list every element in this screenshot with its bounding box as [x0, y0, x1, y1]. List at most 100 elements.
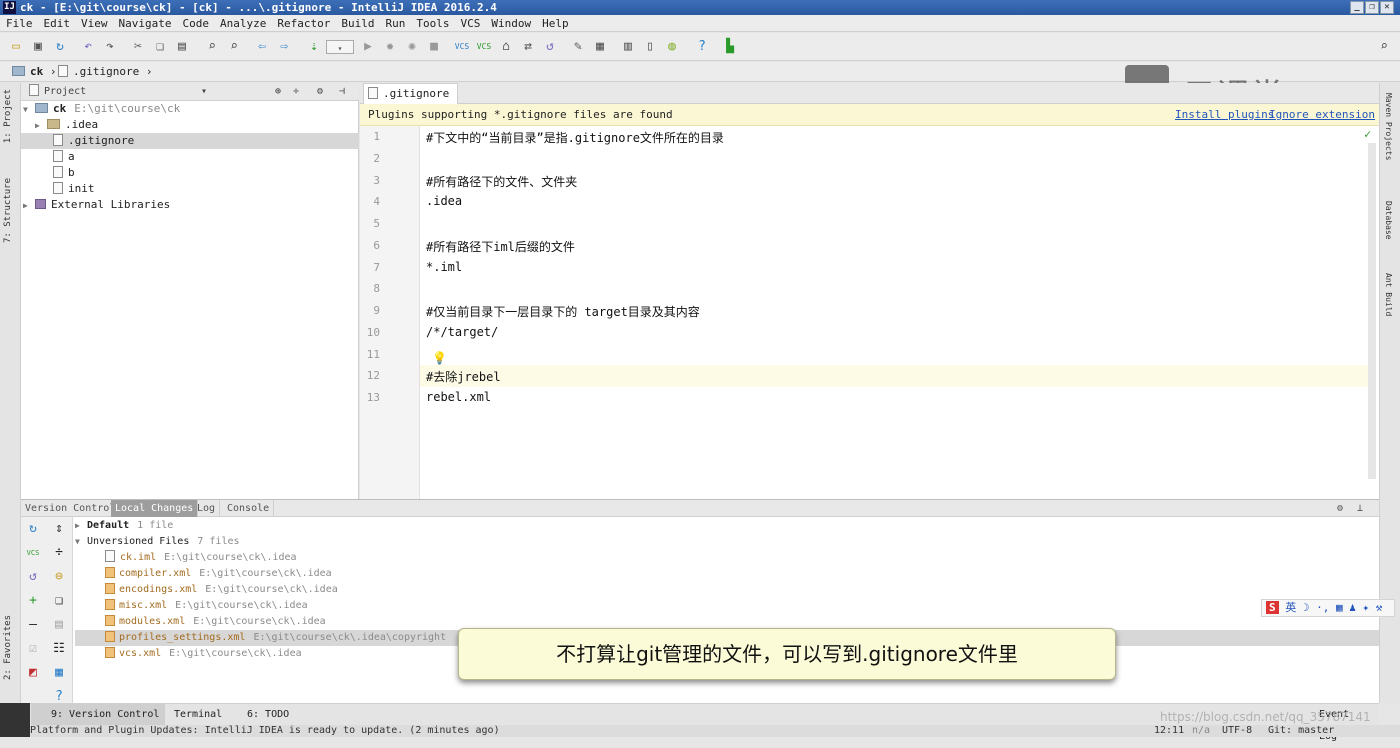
- help-icon[interactable]: ?: [694, 39, 710, 55]
- tab-terminal[interactable]: Terminal: [154, 704, 228, 726]
- gear-icon[interactable]: ⚙: [1337, 500, 1343, 517]
- refresh-icon[interactable]: ↻: [25, 521, 41, 537]
- run-config-dropdown[interactable]: ▾: [326, 40, 354, 54]
- changelist-icon[interactable]: ◩: [25, 665, 41, 681]
- changelist-unversioned[interactable]: ▼ Unversioned Files 7 files: [75, 534, 1379, 550]
- tree-item-init[interactable]: init: [21, 181, 359, 197]
- preview-icon[interactable]: ▦: [51, 665, 67, 681]
- coverage-icon[interactable]: ✺: [404, 39, 420, 55]
- sdk-icon[interactable]: ▥: [620, 39, 636, 55]
- group-icon[interactable]: ⊜: [51, 569, 67, 585]
- caret-position[interactable]: 12:11: [1154, 725, 1184, 737]
- maven-tool-tab[interactable]: Maven Projects: [1384, 93, 1393, 160]
- tab-gitignore[interactable]: .gitignore ×: [363, 83, 458, 120]
- tree-item-a[interactable]: a: [21, 149, 359, 165]
- project-tool-tab[interactable]: 1: Project: [3, 89, 13, 143]
- android-icon[interactable]: ◍: [664, 39, 680, 55]
- collapse-arrow-icon[interactable]: ▶: [23, 198, 35, 214]
- status-message[interactable]: Platform and Plugin Updates: IntelliJ ID…: [30, 725, 500, 736]
- debug-icon[interactable]: ✹: [382, 39, 398, 55]
- tab-console[interactable]: Console: [223, 500, 275, 517]
- menu-navigate[interactable]: Navigate: [113, 17, 177, 30]
- git-branch[interactable]: Git: master: [1268, 725, 1334, 737]
- make-icon[interactable]: ⇣: [306, 39, 322, 55]
- hide-panel-icon[interactable]: ⊣: [339, 83, 345, 101]
- breadcrumb-file[interactable]: .gitignore ›: [54, 62, 152, 82]
- scroll-from-source-icon[interactable]: ⊕: [275, 83, 281, 101]
- collapse-all-icon[interactable]: ÷: [293, 83, 299, 101]
- restore-icon[interactable]: ❐: [1365, 1, 1379, 14]
- close-icon[interactable]: ✕: [1380, 1, 1394, 14]
- expand-arrow-icon[interactable]: ▼: [23, 102, 35, 118]
- changed-file-row[interactable]: ck.iml E:\git\course\ck\.idea: [75, 550, 1379, 566]
- vcs-commit-icon[interactable]: VCS: [476, 39, 492, 55]
- tab-log[interactable]: Log: [193, 500, 221, 517]
- redo-icon[interactable]: ↷: [102, 39, 118, 55]
- replace-icon[interactable]: ⌕: [226, 39, 242, 55]
- menu-edit[interactable]: Edit: [38, 17, 76, 30]
- expand-arrow-icon[interactable]: ▼: [75, 534, 87, 550]
- search-everywhere-icon[interactable]: ⌕: [1376, 39, 1392, 55]
- open-icon[interactable]: ▭: [8, 39, 24, 55]
- diff-icon[interactable]: ☷: [51, 641, 67, 657]
- ime-options-icon[interactable]: ☽ ·, ▦ ♟ ✦ ⚒: [1303, 601, 1382, 614]
- breadcrumb-module[interactable]: ck ›: [8, 62, 57, 82]
- gear-icon[interactable]: ⚙: [317, 83, 323, 101]
- changed-file-row[interactable]: encodings.xml E:\git\course\ck\.idea: [75, 582, 1379, 598]
- menu-code[interactable]: Code: [176, 17, 214, 30]
- menu-refactor[interactable]: Refactor: [271, 17, 335, 30]
- lightbulb-icon[interactable]: 💡: [432, 351, 447, 365]
- tab-todo[interactable]: 6: TODO: [227, 704, 295, 726]
- project-structure-icon[interactable]: ▦: [592, 39, 608, 55]
- menu-window[interactable]: Window: [485, 17, 536, 30]
- changed-file-row[interactable]: compiler.xml E:\git\course\ck\.idea: [75, 566, 1379, 582]
- collapse-arrow-icon[interactable]: ▶: [75, 518, 87, 534]
- ignore-extension-link[interactable]: Ignore extension: [1269, 104, 1375, 126]
- paste-icon[interactable]: ▤: [174, 39, 190, 55]
- changelist-default[interactable]: ▶ Default 1 file: [75, 518, 1379, 534]
- tree-item-gitignore[interactable]: .gitignore: [21, 133, 359, 149]
- line-separator[interactable]: n/a: [1192, 725, 1210, 737]
- copy-icon[interactable]: ❏: [152, 39, 168, 55]
- install-plugins-link[interactable]: Install plugins: [1175, 104, 1274, 126]
- video-play-icon[interactable]: [0, 703, 30, 737]
- menu-analyze[interactable]: Analyze: [214, 17, 271, 30]
- back-icon[interactable]: ⇦: [254, 39, 270, 55]
- tree-item-external-libraries[interactable]: ▶ External Libraries: [21, 197, 359, 213]
- collapse-arrow-icon[interactable]: ▶: [35, 118, 47, 134]
- shelf-icon[interactable]: ▤: [51, 617, 67, 633]
- structure-tool-tab[interactable]: 7: Structure: [3, 178, 13, 243]
- menu-vcs[interactable]: VCS: [454, 17, 485, 30]
- cut-icon[interactable]: ✂: [130, 39, 146, 55]
- commit-icon[interactable]: VCS: [25, 545, 41, 561]
- ime-language[interactable]: 英: [1285, 601, 1296, 614]
- plugin-icon[interactable]: ▙: [722, 39, 738, 55]
- select-icon[interactable]: ☑: [25, 641, 41, 657]
- hide-panel-icon[interactable]: ⊥: [1357, 500, 1363, 517]
- menu-help[interactable]: Help: [536, 17, 574, 30]
- tree-item-b[interactable]: b: [21, 165, 359, 181]
- editor-scrollbar[interactable]: [1368, 143, 1376, 479]
- rollback-icon[interactable]: ↺: [25, 569, 41, 585]
- add-icon[interactable]: +: [25, 593, 41, 609]
- remove-icon[interactable]: —: [25, 617, 41, 633]
- sync-icon[interactable]: ↻: [52, 39, 68, 55]
- find-icon[interactable]: ⌕: [204, 39, 220, 55]
- stop-icon[interactable]: ■: [426, 39, 442, 55]
- vcs-revert-icon[interactable]: ↺: [542, 39, 558, 55]
- vcs-history-icon[interactable]: ⌂: [498, 39, 514, 55]
- menu-build[interactable]: Build: [335, 17, 379, 30]
- ant-build-tool-tab[interactable]: Ant Build: [1384, 273, 1393, 316]
- undo-icon[interactable]: ↶: [80, 39, 96, 55]
- tree-item-ck[interactable]: ▼ ck E:\git\course\ck: [21, 101, 359, 117]
- run-icon[interactable]: ▶: [360, 39, 376, 55]
- menu-tools[interactable]: Tools: [410, 17, 454, 30]
- project-view-selector[interactable]: Project: [44, 86, 86, 97]
- file-encoding[interactable]: UTF-8: [1222, 725, 1252, 737]
- save-icon[interactable]: ▣: [30, 39, 46, 55]
- forward-icon[interactable]: ⇨: [276, 39, 292, 55]
- favorites-tool-tab[interactable]: 2: Favorites: [3, 615, 13, 680]
- tree-item-idea[interactable]: ▶ .idea: [21, 117, 359, 133]
- database-tool-tab[interactable]: Database: [1384, 201, 1393, 240]
- vcs-compare-icon[interactable]: ⇄: [520, 39, 536, 55]
